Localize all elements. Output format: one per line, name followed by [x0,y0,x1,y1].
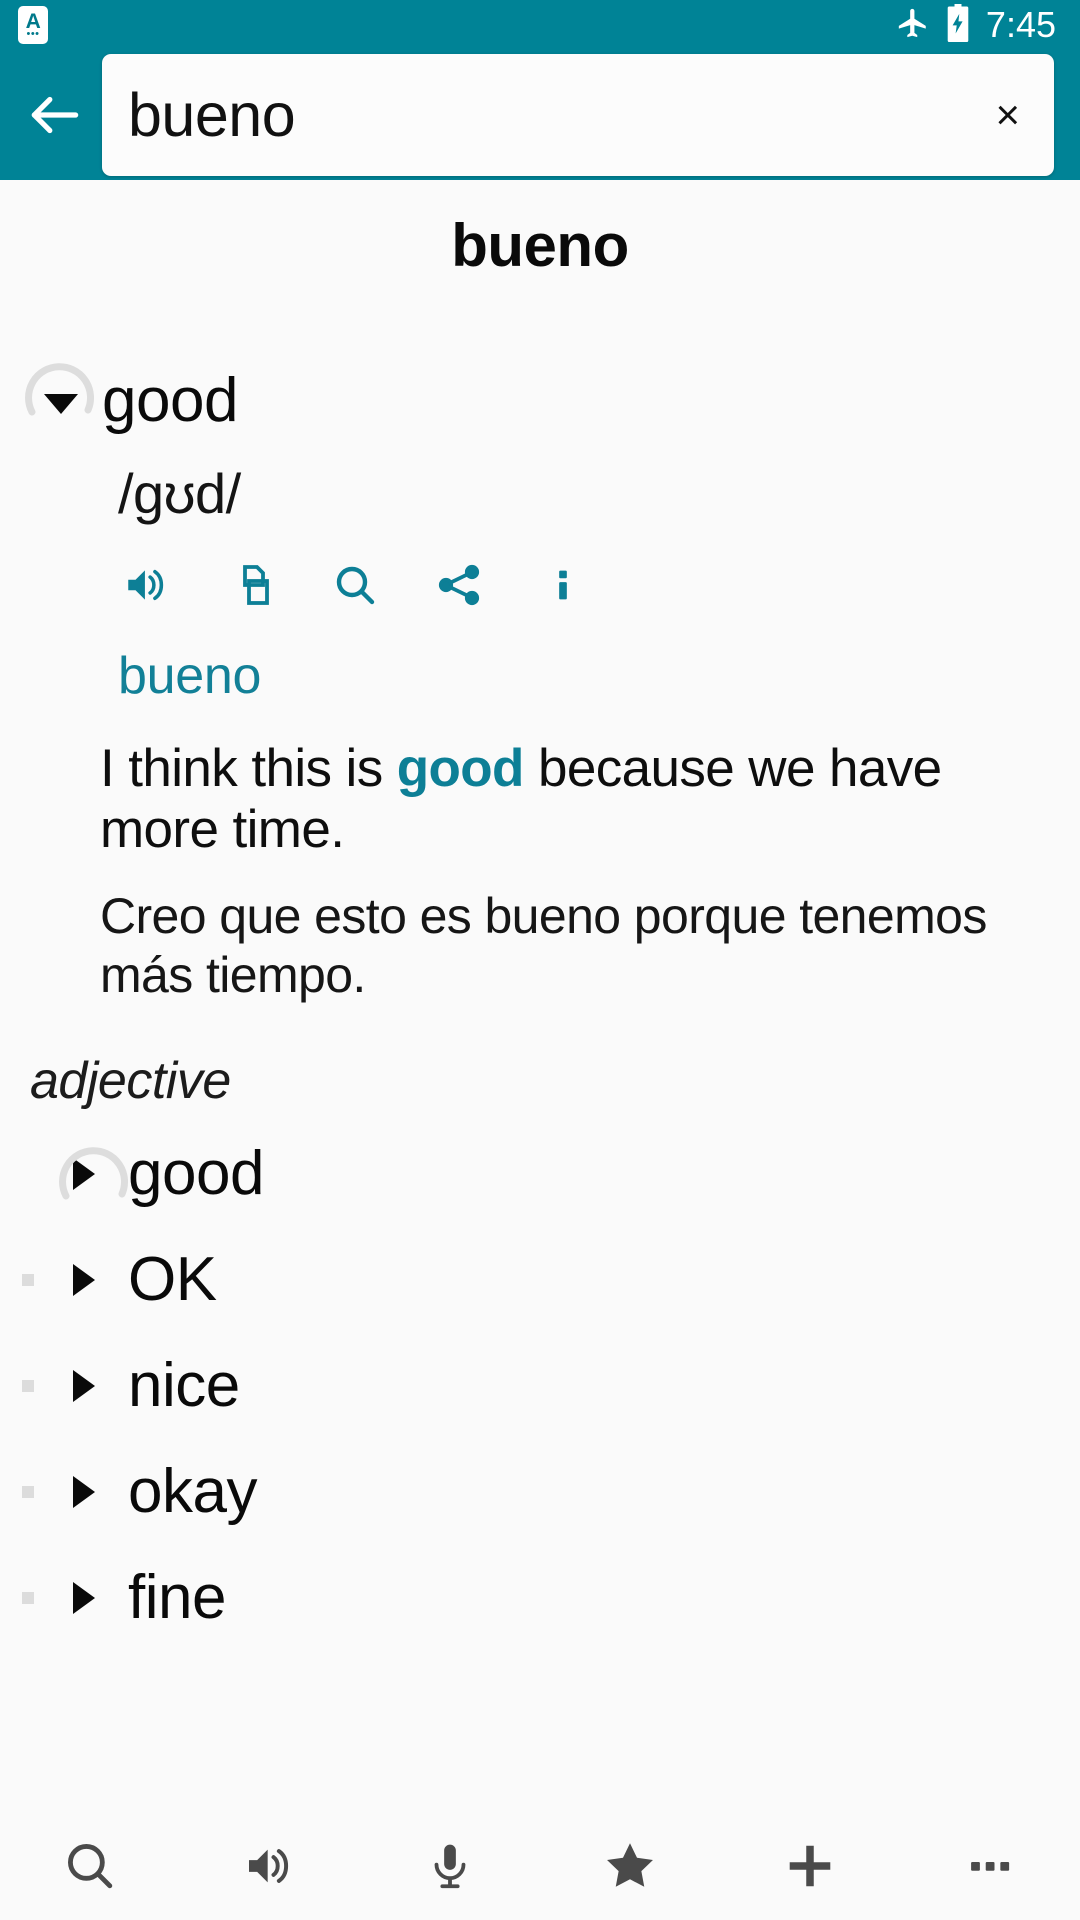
expand-toggle[interactable] [56,1358,112,1414]
sense-header-good[interactable]: good [0,362,1080,440]
app-notification-icon: A ••• [18,6,48,44]
list-item-label: fine [128,1562,226,1632]
airplane-mode-icon [896,6,930,45]
part-of-speech-label: adjective [30,1051,231,1110]
list-bullet-icon [22,1485,34,1498]
chevron-right-icon [73,1475,95,1508]
list-item-label: nice [128,1350,240,1420]
chevron-right-icon [73,1263,95,1296]
example-en-highlight: good [396,739,525,798]
chevron-right-icon [73,1369,95,1402]
battery-charging-icon [946,3,970,47]
sense-action-bar [118,556,1080,614]
speaker-icon[interactable] [215,1816,325,1916]
list-item[interactable]: okay [0,1439,1080,1545]
list-item[interactable]: OK [0,1227,1080,1333]
app-screen: A ••• 7:45 bueno × bueno good /ɡʊd/ buen… [0,0,1080,1920]
list-bullet-icon [22,1379,34,1392]
list-item-label: okay [128,1456,257,1526]
clear-search-button[interactable]: × [991,94,1024,136]
list-bullet-icon [22,1591,34,1604]
bottom-navigation-bar [0,1812,1080,1920]
speak-icon[interactable] [118,556,176,614]
share-icon[interactable] [430,556,488,614]
overflow-icon[interactable] [935,1816,1045,1916]
expand-toggle[interactable] [22,362,100,440]
microphone-icon[interactable] [395,1816,505,1916]
chevron-down-icon [44,394,78,414]
example-sentence-en: I think this is good because we have mor… [100,738,1030,861]
expand-toggle[interactable] [56,1570,112,1626]
status-bar-right: 7:45 [896,3,1056,47]
status-bar: A ••• 7:45 [0,0,1080,50]
entry-content: bueno good /ɡʊd/ bueno I think this is g… [0,180,1080,1920]
example-en-before: I think this is [100,739,397,798]
search-field[interactable]: bueno × [102,54,1054,176]
pronunciation-ipa: /ɡʊd/ [118,462,241,525]
list-item[interactable]: good [0,1121,1080,1227]
chevron-right-icon [73,1581,95,1614]
expand-toggle[interactable] [56,1146,128,1202]
status-bar-left: A ••• [18,6,48,44]
translation-link[interactable]: bueno [118,650,261,702]
expand-toggle[interactable] [56,1252,112,1308]
list-item[interactable]: nice [0,1333,1080,1439]
page-title: bueno [451,212,629,279]
ripple-arc-icon [59,1147,128,1200]
status-bar-clock: 7:45 [985,4,1056,45]
search-bar: bueno × [0,50,1080,180]
list-bullet-icon [22,1273,34,1286]
synonym-list: good OK nice okay fine [0,1121,1080,1651]
list-item[interactable]: fine [0,1545,1080,1651]
expand-toggle[interactable] [56,1464,112,1520]
search-icon[interactable] [35,1816,145,1916]
search-icon[interactable] [326,556,384,614]
app-badge-dots: ••• [26,27,40,40]
chevron-right-icon [73,1157,95,1190]
list-item-label: OK [128,1244,217,1314]
search-input[interactable]: bueno [128,85,991,146]
list-item-label: good [128,1138,264,1208]
sense-word: good [102,366,238,435]
star-icon[interactable] [575,1816,685,1916]
example-sentence-es: Creo que esto es bueno porque tenemos má… [100,887,987,1003]
copy-icon[interactable] [222,556,280,614]
info-icon[interactable] [534,556,592,614]
plus-icon[interactable] [755,1816,865,1916]
back-button[interactable] [14,74,96,156]
